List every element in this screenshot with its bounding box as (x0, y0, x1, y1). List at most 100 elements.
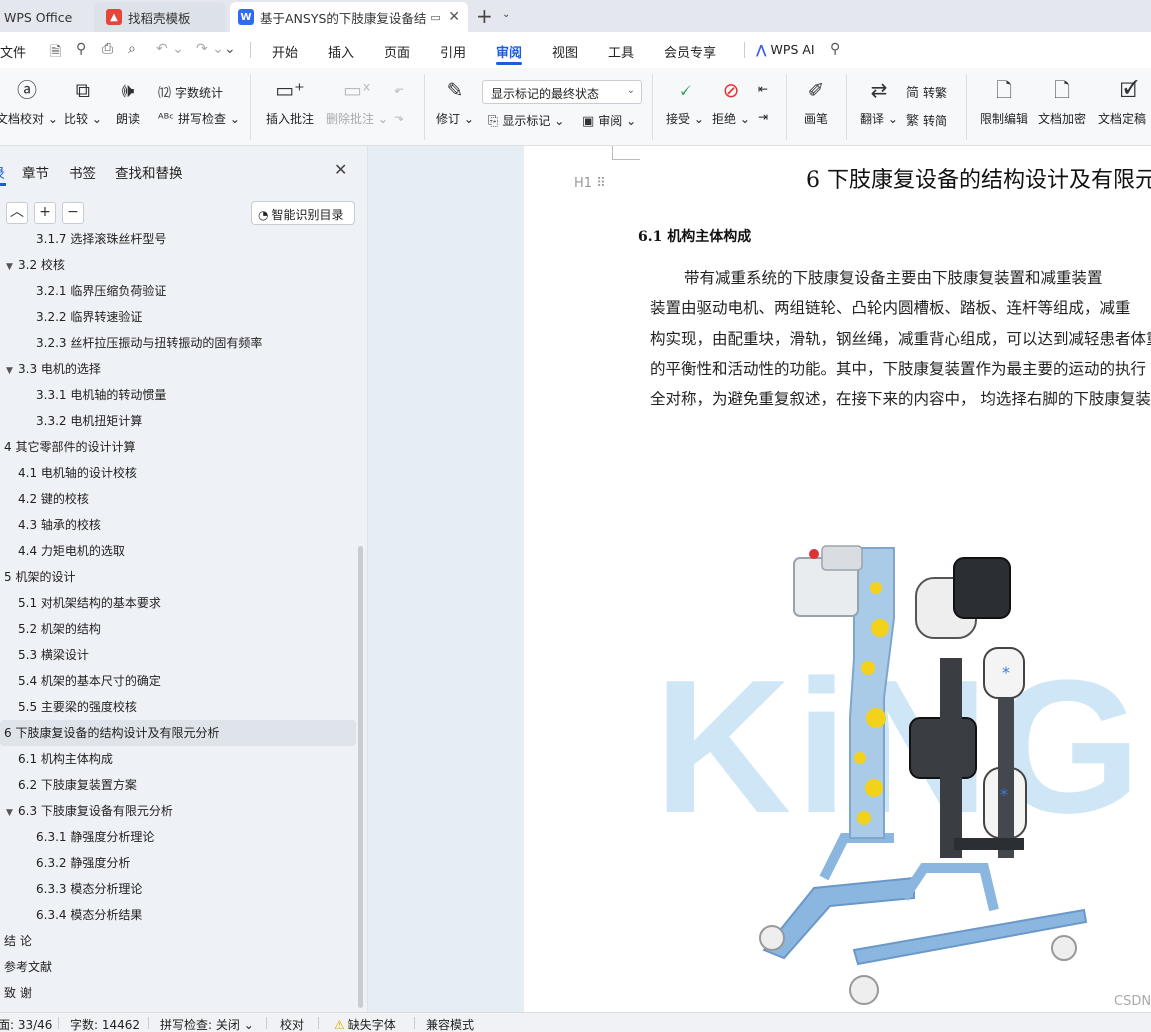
prev-comment-icon[interactable]: ⬐ (394, 82, 404, 96)
toc-item[interactable]: 6.3.3 模态分析理论 (0, 876, 356, 902)
tab-wps-office[interactable]: WPS Office (0, 2, 88, 32)
toc-item[interactable]: 参考文献 (0, 954, 356, 980)
toc-item[interactable]: 致 谢 (0, 980, 356, 1006)
new-tab-plus-icon[interactable]: + (476, 4, 493, 28)
tab-template[interactable]: ▲ 找稻壳模板 (94, 2, 226, 32)
close-tab-icon[interactable]: ✕ (448, 9, 460, 25)
more-chevron-icon[interactable]: ⌄ (224, 41, 236, 57)
menu-review[interactable]: 审阅 (496, 42, 522, 61)
toc-item[interactable]: 5.3 横梁设计 (0, 642, 356, 668)
toc-item[interactable]: 5.5 主要梁的强度校核 (0, 694, 356, 720)
toc-item[interactable]: 4.2 键的校核 (0, 486, 356, 512)
to-traditional-button[interactable]: 简转繁 (906, 82, 947, 101)
toc-item[interactable]: ▼ 6.3 下肢康复设备有限元分析 (0, 798, 356, 824)
collapse-all-button[interactable]: − (62, 202, 84, 224)
track-changes-button[interactable]: ✎ 修订 ⌄ (436, 76, 474, 127)
print-icon[interactable]: ⎙ (102, 41, 113, 57)
undo-icon[interactable]: ↶ ⌄ (156, 41, 184, 57)
encrypt-button[interactable]: 🗋 文档加密 (1038, 76, 1086, 127)
chevron-down-icon[interactable]: ⌄ (502, 9, 510, 20)
toc-item[interactable]: 4.1 电机轴的设计校核 (0, 460, 356, 486)
menu-home[interactable]: 开始 (272, 42, 298, 61)
toc-item[interactable]: 6.1 机构主体构成 (0, 746, 356, 772)
status-spell-check[interactable]: 拼写检查: 关闭 ⌄ (160, 1016, 254, 1032)
rehab-device-figure[interactable]: KiNGO (654, 538, 1151, 1012)
toc-item[interactable]: 6.3.2 静强度分析 (0, 850, 356, 876)
status-word-count[interactable]: 字数: 14462 (70, 1016, 140, 1032)
translate-button[interactable]: ⇄ 翻译 ⌄ (860, 76, 898, 127)
redo-icon[interactable]: ↷ ⌄ (196, 41, 224, 57)
reject-button[interactable]: ⊘ 拒绝 ⌄ (712, 76, 750, 127)
toc-scrollbar[interactable] (358, 546, 363, 1008)
close-pane-icon[interactable]: ✕ (334, 160, 347, 179)
status-proofread[interactable]: 校对 (280, 1016, 304, 1032)
toc-item[interactable]: 5.2 机架的结构 (0, 616, 356, 642)
menu-tools[interactable]: 工具 (608, 42, 634, 61)
toc-item[interactable]: 结 论 (0, 928, 356, 954)
restrict-edit-button[interactable]: 🗋 限制编辑 (980, 76, 1028, 127)
review-pane-button[interactable]: ▣ 审阅 ⌄ (582, 112, 636, 129)
read-aloud-button[interactable]: 🕪 朗读 (116, 76, 140, 127)
tab-chapters[interactable]: 章节 (22, 162, 49, 182)
caret-down-icon[interactable]: ▼ (6, 800, 18, 826)
toc-item[interactable]: 3.3.2 电机扭矩计算 (0, 408, 356, 434)
accept-button[interactable]: 🗸 接受 ⌄ (666, 76, 704, 127)
delete-comment-button[interactable]: ▭ˣ 删除批注 ⌄ (326, 76, 388, 127)
menu-view[interactable]: 视图 (552, 42, 578, 61)
toc-item[interactable]: 5.4 机架的基本尺寸的确定 (0, 668, 356, 694)
toc-item[interactable]: 3.2.2 临界转速验证 (0, 304, 356, 330)
caret-down-icon[interactable]: ▼ (6, 358, 18, 384)
markup-state-select[interactable]: 显示标记的最终状态 ⌄ (482, 80, 642, 104)
status-missing-font[interactable]: ⚠ 缺失字体 (334, 1016, 396, 1032)
document-page[interactable]: H1 ⠿ 6 下肢康复设备的结构设计及有限元分析 6.1 机构主体构成 带有减重… (524, 146, 1151, 1012)
next-comment-icon[interactable]: ⬎ (394, 110, 404, 124)
toc-item[interactable]: 3.2.3 丝杆拉压振动与扭转振动的固有频率 (0, 330, 356, 356)
toc-item[interactable]: 4.3 轴承的校核 (0, 512, 356, 538)
toc-item[interactable]: 6.2 下肢康复装置方案 (0, 772, 356, 798)
expand-all-button[interactable]: + (34, 202, 56, 224)
save-icon[interactable]: 🗎 (50, 41, 61, 65)
toc-item[interactable]: 4 其它零部件的设计计算 (0, 434, 356, 460)
next-change-icon[interactable]: ⇥ (758, 110, 768, 124)
tab-bookmarks[interactable]: 书签 (69, 162, 96, 182)
toc-item[interactable]: ▼ 3.2 校核 (0, 252, 356, 278)
tab-document[interactable]: W 基于ANSYS的下肢康复设备结 ▭ ✕ (230, 2, 468, 32)
print-preview-icon[interactable]: ⌕ (128, 41, 136, 57)
menu-references[interactable]: 引用 (440, 42, 466, 61)
spell-check-button[interactable]: ᴬᴮᶜ 拼写检查 ⌄ (158, 110, 240, 127)
toc-item[interactable]: 6 下肢康复设备的结构设计及有限元分析 (0, 720, 356, 746)
finalize-button[interactable]: 🗹 文档定稿 ⌄ (1098, 76, 1151, 127)
to-simplified-button[interactable]: 繁转简 (906, 110, 947, 129)
smart-toc-button[interactable]: ◔ 智能识别目录 (251, 201, 355, 225)
toc-item[interactable]: 3.3.1 电机轴的转动惯量 (0, 382, 356, 408)
menu-insert[interactable]: 插入 (328, 42, 354, 61)
word-count-button[interactable]: ⑿ 字数统计 (158, 82, 223, 101)
insert-comment-button[interactable]: ▭⁺ 插入批注 (266, 76, 314, 127)
collapse-up-button[interactable]: ︿ (6, 202, 28, 224)
ink-button[interactable]: ✐ 画笔 (804, 76, 828, 127)
caret-down-icon[interactable]: ▼ (6, 254, 18, 280)
wps-ai-button[interactable]: ⋀ WPS AI (756, 42, 815, 57)
heading-drag-handle[interactable]: H1 ⠿ (574, 176, 606, 191)
toc-item[interactable]: 6.3.4 模态分析结果 (0, 902, 356, 928)
tab-toc[interactable]: 目录 (0, 162, 5, 182)
lock-doc-icon: 🗋 (995, 78, 1013, 102)
toc-item[interactable]: 3.1.7 选择滚珠丝杆型号 (0, 226, 356, 252)
status-page[interactable]: 页面: 33/46 (0, 1016, 52, 1032)
menu-file[interactable]: 文件 (0, 42, 26, 61)
toc-item[interactable]: 3.2.1 临界压缩负荷验证 (0, 278, 356, 304)
compare-button[interactable]: ⧉ 比较 ⌄ (64, 76, 102, 127)
doc-check-button[interactable]: ⓐ 文档校对 ⌄ (0, 76, 58, 127)
toc-item[interactable]: 5.1 对机架结构的基本要求 (0, 590, 356, 616)
toc-item[interactable]: 5 机架的设计 (0, 564, 356, 590)
format-painter-icon[interactable]: ⚲ (76, 41, 86, 57)
toc-item[interactable]: 4.4 力矩电机的选取 (0, 538, 356, 564)
menu-membership[interactable]: 会员专享 (664, 42, 716, 61)
show-markup-button[interactable]: ⎘ 显示标记 ⌄ (488, 112, 564, 129)
toc-item[interactable]: 6.3.1 静强度分析理论 (0, 824, 356, 850)
toc-item[interactable]: ▼ 3.3 电机的选择 (0, 356, 356, 382)
tab-find-replace[interactable]: 查找和替换 (115, 162, 183, 182)
menu-page[interactable]: 页面 (384, 42, 410, 61)
prev-change-icon[interactable]: ⇤ (758, 82, 768, 96)
search-icon[interactable]: ⚲ (830, 41, 840, 57)
